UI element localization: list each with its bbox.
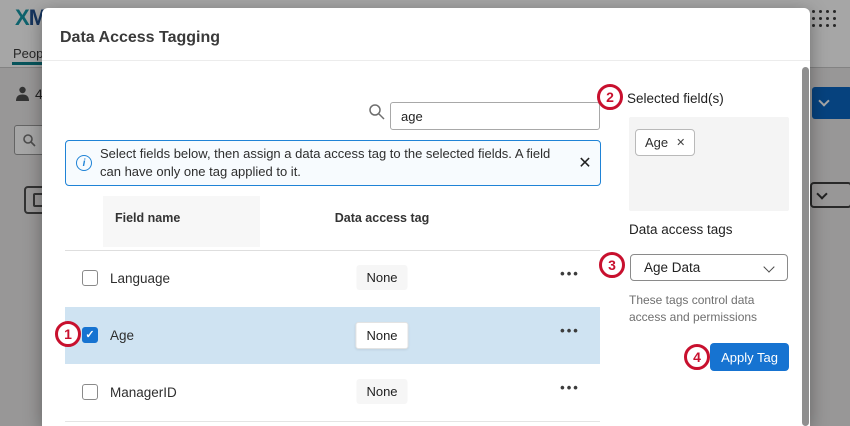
annotation-step-2: 2 [597,84,623,110]
column-header-data-access-tag: Data access tag [322,211,442,225]
tags-help-text: These tags control data access and permi… [629,292,791,326]
table-row-age-selected[interactable]: ✓ Age None ••• [65,307,600,364]
tag-badge: None [355,322,408,349]
modal-scrollbar[interactable] [802,67,809,426]
info-banner-text: Select fields below, then assign a data … [100,145,570,180]
apply-tag-button[interactable]: Apply Tag [710,343,789,371]
field-name-label: Language [110,271,170,286]
table-row-language[interactable]: Language None ••• [65,250,600,307]
row-menu-icon[interactable]: ••• [560,380,580,395]
tag-badge: None [356,379,407,404]
field-name-label: Age [110,328,134,343]
chevron-down-icon [763,261,774,272]
column-header-field-name: Field name [115,211,180,225]
tag-badge: None [356,265,407,290]
row-checkbox[interactable] [82,384,98,400]
select-value: Age Data [644,260,700,275]
table-row-managerid[interactable]: ManagerID None ••• [65,364,600,421]
table-bottom-divider [65,421,600,422]
info-icon: i [76,155,92,171]
field-search-value: age [401,109,423,124]
close-banner-icon[interactable]: ✕ [570,153,600,173]
screen: XM Peop 4 Data Access Tagging [0,0,850,426]
remove-chip-icon[interactable]: ✕ [676,136,685,149]
row-menu-icon[interactable]: ••• [560,266,580,281]
dialog-title: Data Access Tagging [60,29,220,47]
selected-fields-box: Age ✕ [629,117,789,211]
search-icon [368,103,385,120]
annotation-step-1: 1 [55,321,81,347]
selected-field-chip: Age ✕ [635,129,695,156]
field-search-input[interactable]: age [390,102,600,130]
annotation-step-4: 4 [684,344,710,370]
selected-fields-label: Selected field(s) [627,91,724,106]
row-checkbox-checked[interactable]: ✓ [82,327,98,343]
data-access-tag-select[interactable]: Age Data [630,254,788,281]
info-banner: i Select fields below, then assign a dat… [65,140,601,186]
dialog-body: age i Select fields below, then assign a… [42,61,810,426]
chip-label: Age [645,135,668,150]
dialog-header: Data Access Tagging [42,8,810,61]
data-access-tags-label: Data access tags [629,222,733,237]
row-menu-icon[interactable]: ••• [560,323,580,338]
field-name-label: ManagerID [110,385,177,400]
row-checkbox[interactable] [82,270,98,286]
annotation-step-3: 3 [599,252,625,278]
